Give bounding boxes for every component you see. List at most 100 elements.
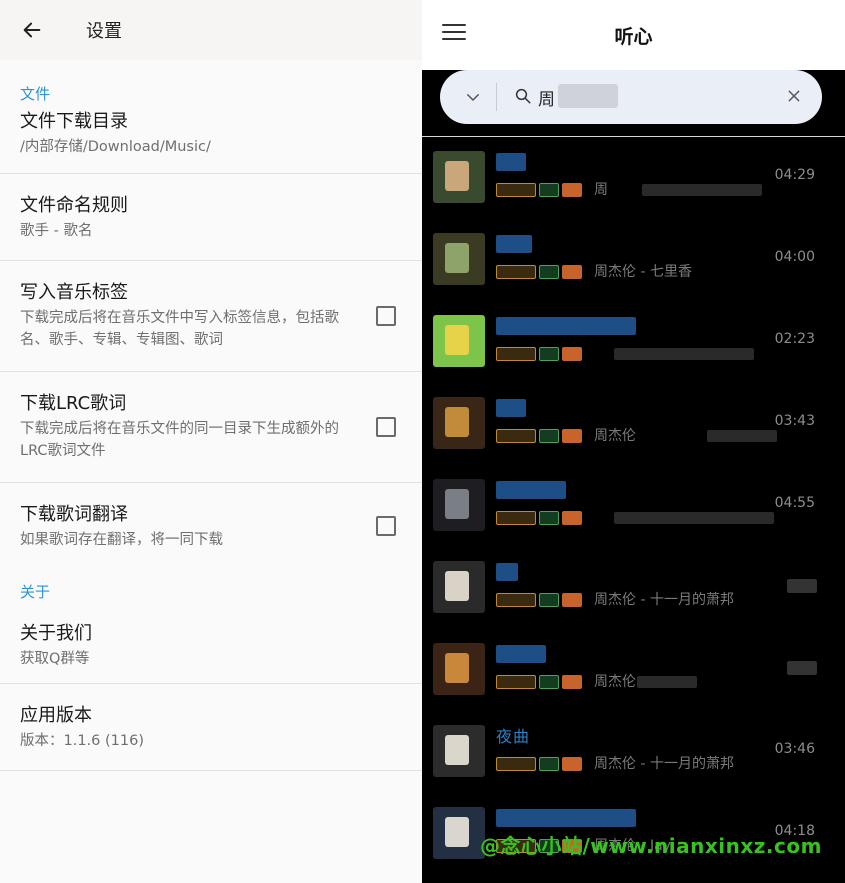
quality-badge (496, 757, 536, 771)
song-duration: 04:29 (774, 167, 815, 183)
quality-badge (539, 265, 559, 279)
setting-title: 下载歌词翻译 (20, 504, 128, 525)
album-cover (433, 643, 485, 695)
watermark: @念心小站/www.nianxinxz.com (480, 834, 822, 858)
song-duration: 03:43 (774, 413, 815, 429)
song-artist-album: 周杰伦 - 七里香 (594, 264, 692, 280)
album-cover (433, 561, 485, 613)
quality-badge (562, 265, 582, 279)
song-item[interactable]: 04:55 (422, 465, 845, 547)
meta-obscured (614, 512, 774, 524)
setting-write-tags[interactable]: 写入音乐标签 下载完成后将在音乐文件中写入标签信息，包括歌名、歌手、专辑、专辑图… (0, 261, 422, 372)
search-divider (496, 83, 497, 111)
setting-subtitle: 下载完成后将在音乐文件的同一目录下生成额外的LRC歌词文件 (20, 421, 339, 459)
quality-badge (539, 757, 559, 771)
quality-badge (539, 593, 559, 607)
song-duration: 02:23 (774, 331, 815, 347)
close-icon[interactable] (786, 88, 802, 104)
song-duration-obscured (787, 579, 817, 593)
song-item[interactable]: 周杰伦 03:43 (422, 383, 845, 465)
setting-app-version[interactable]: 应用版本 版本：1.1.6 (116) (0, 684, 422, 771)
page-title: 设置 (86, 21, 122, 42)
song-title-obscured (496, 235, 532, 253)
setting-download-lrc[interactable]: 下载LRC歌词 下载完成后将在音乐文件的同一目录下生成额外的LRC歌词文件 (0, 372, 422, 483)
setting-subtitle: 下载完成后将在音乐文件中写入标签信息，包括歌名、歌手、专辑、专辑图、歌词 (20, 310, 339, 348)
search-area (422, 70, 845, 136)
section-label-file: 文件 (20, 85, 51, 103)
quality-badge (539, 511, 559, 525)
song-artist-album: 周杰伦 - 十一月的萧邦 (594, 592, 734, 608)
song-artist-album: 周杰伦 (594, 428, 636, 444)
song-title-obscured (496, 809, 636, 827)
app-title: 听心 (614, 26, 653, 48)
quality-badges (496, 757, 582, 771)
setting-subtitle: /内部存储/Download/Music/ (20, 139, 211, 155)
quality-badges (496, 511, 582, 525)
song-title: 夜曲 (496, 727, 531, 746)
setting-title: 文件命名规则 (20, 195, 128, 216)
write-tags-checkbox[interactable] (376, 306, 396, 326)
download-translation-checkbox[interactable] (376, 516, 396, 536)
quality-badge (539, 675, 559, 689)
song-artist-album: 周 (594, 182, 608, 198)
song-duration: 03:46 (774, 741, 815, 757)
song-title-obscured (496, 481, 566, 499)
meta-obscured (637, 676, 697, 688)
song-item[interactable]: 02:23 (422, 301, 845, 383)
song-item[interactable]: 周杰伦 (422, 629, 845, 711)
quality-badges (496, 429, 582, 443)
quality-badge (539, 183, 559, 197)
song-title-obscured (496, 399, 526, 417)
album-cover (433, 233, 485, 285)
arrow-left-icon (23, 22, 41, 38)
setting-download-dir[interactable]: 文件下载目录 /内部存储/Download/Music/ (0, 106, 422, 174)
quality-badge (496, 347, 536, 361)
meta-obscured (642, 184, 762, 196)
song-item[interactable]: 周杰伦 - 七里香 04:00 (422, 219, 845, 301)
setting-title: 写入音乐标签 (20, 282, 128, 303)
setting-about-us[interactable]: 关于我们 获取Q群等 (0, 608, 422, 684)
song-artist-album: 周杰伦 - 十一月的萧邦 (594, 756, 734, 772)
quality-badges (496, 675, 582, 689)
setting-file-naming[interactable]: 文件命名规则 歌手 - 歌名 (0, 174, 422, 261)
song-title-obscured (496, 153, 526, 171)
album-cover (433, 151, 485, 203)
quality-badge (562, 429, 582, 443)
settings-screen: 设置 文件 文件下载目录 /内部存储/Download/Music/ 文件命名规… (0, 0, 422, 883)
quality-badge (562, 183, 582, 197)
song-title-obscured (496, 563, 518, 581)
setting-title: 文件下载目录 (20, 111, 128, 132)
quality-badge (539, 429, 559, 443)
album-cover (433, 479, 485, 531)
quality-badge (562, 675, 582, 689)
settings-header: 设置 (0, 0, 422, 60)
song-artist-album: 周杰伦 (594, 674, 636, 690)
song-item[interactable]: 周 04:29 (422, 137, 845, 219)
song-duration-obscured (787, 661, 817, 675)
section-label-about: 关于 (20, 583, 51, 601)
quality-badge (496, 265, 536, 279)
back-button[interactable] (0, 0, 64, 60)
setting-subtitle: 版本：1.1.6 (116) (20, 733, 144, 749)
download-lrc-checkbox[interactable] (376, 417, 396, 437)
meta-obscured (707, 430, 777, 442)
album-cover (433, 315, 485, 367)
setting-title: 应用版本 (20, 705, 92, 726)
search-icon (515, 88, 531, 104)
quality-badge (562, 757, 582, 771)
quality-badges (496, 347, 582, 361)
setting-subtitle: 如果歌词存在翻译，将一同下载 (20, 532, 223, 548)
quality-badges (496, 265, 582, 279)
song-item[interactable]: 夜曲周杰伦 - 十一月的萧邦 03:46 (422, 711, 845, 793)
quality-badge (562, 593, 582, 607)
quality-badge (496, 593, 536, 607)
quality-badge (496, 511, 536, 525)
setting-download-translation[interactable]: 下载歌词翻译 如果歌词存在翻译，将一同下载 (0, 483, 422, 570)
search-bar (440, 70, 822, 124)
quality-badge (496, 183, 536, 197)
setting-subtitle: 歌手 - 歌名 (20, 223, 93, 239)
chevron-down-icon[interactable] (464, 88, 482, 106)
song-item[interactable]: 周杰伦 - 十一月的萧邦 (422, 547, 845, 629)
quality-badge (562, 347, 582, 361)
album-cover (433, 397, 485, 449)
